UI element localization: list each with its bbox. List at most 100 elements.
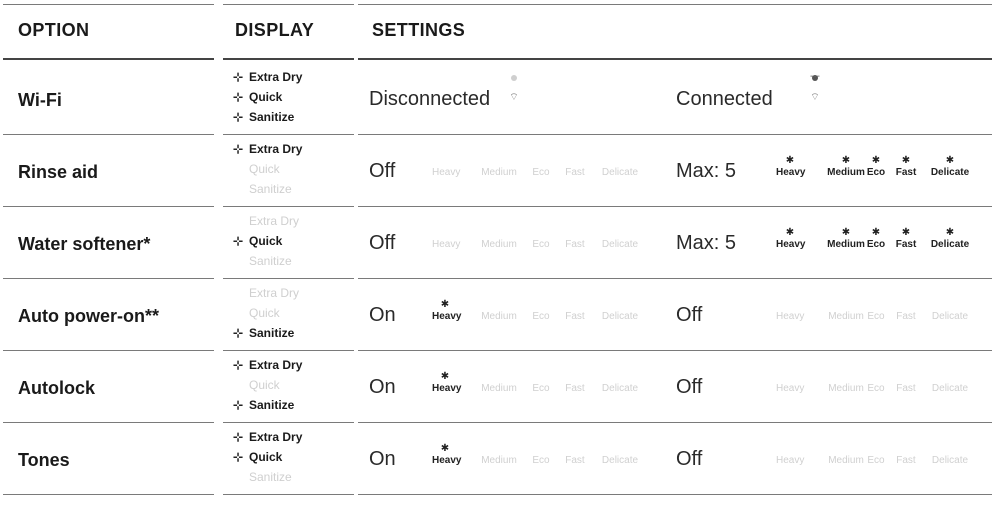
mode-label: Eco xyxy=(866,239,886,250)
mode-light-icon: ✱ xyxy=(440,371,450,382)
mode-delicate: Delicate xyxy=(598,455,642,466)
mode-label: Heavy xyxy=(776,167,806,178)
mode-delicate: ✱ Delicate xyxy=(925,227,975,250)
top-rule-settings xyxy=(358,4,992,5)
display-item-label: Sanitize xyxy=(249,110,295,124)
top-rule-display xyxy=(223,4,354,5)
mode-label: Fast xyxy=(565,455,585,466)
cycle-light-icon: ⊹ xyxy=(233,430,244,444)
setting-right-value: Off xyxy=(676,304,703,326)
mode-delicate: Delicate xyxy=(598,239,642,250)
status-dot xyxy=(511,75,517,81)
settings-table: OPTION DISPLAY SETTINGS Wi-Fi ⊹ Extra Dry ⊹… xyxy=(0,0,992,507)
glow-icon: -·- xyxy=(810,71,820,82)
setting-left-value: Off xyxy=(369,232,396,254)
display-item-label: Quick xyxy=(249,162,280,176)
option-label: Autolock xyxy=(18,378,96,398)
display-item: ⊹ Quick xyxy=(233,87,353,107)
cycle-light-icon: ⊹ xyxy=(233,234,244,248)
mode-light-icon: ✱ xyxy=(440,299,450,310)
mode-delicate: Delicate xyxy=(598,311,642,322)
display-item: Extra Dry xyxy=(233,211,353,231)
mode-label: Fast xyxy=(896,455,916,466)
display-item-label: Quick xyxy=(249,306,280,320)
display-item: ⊹ Quick xyxy=(233,447,353,467)
mode-delicate: Delicate xyxy=(925,383,975,394)
display-item: Sanitize xyxy=(233,251,353,271)
mode-fast: Fast xyxy=(564,311,586,322)
mode-delicate: Delicate xyxy=(598,383,642,394)
mode-delicate: Delicate xyxy=(925,311,975,322)
header-display: DISPLAY xyxy=(235,20,315,40)
mode-label: Eco xyxy=(867,311,885,322)
mode-label: Delicate xyxy=(601,311,639,322)
top-rule-option xyxy=(3,4,214,5)
table-row: Wi-Fi ⊹ Extra Dry ⊹ Quick ⊹ Sanitize Disconnect… xyxy=(0,63,992,135)
mode-heavy: Heavy xyxy=(776,455,804,466)
table-row: Tones ⊹ Extra Dry ⊹ Quick Sanitize On Off ✱ Heavy… xyxy=(0,423,992,495)
mode-label: Medium xyxy=(828,383,864,394)
mode-light-icon: ✱ xyxy=(871,155,881,166)
mode-medium: Medium xyxy=(824,311,868,322)
display-item-label: Sanitize xyxy=(249,254,292,268)
display-item-label: Quick xyxy=(249,378,280,392)
mode-fast: ✱ Fast xyxy=(895,155,917,178)
mode-medium: ✱ Medium xyxy=(824,155,868,178)
row-rule xyxy=(3,494,214,495)
mode-eco: Eco xyxy=(531,311,551,322)
mode-label: Medium xyxy=(827,167,865,178)
display-cycle-list: Extra Dry ⊹ Quick Sanitize xyxy=(233,211,353,271)
display-item: ⊹ Extra Dry xyxy=(233,427,353,447)
header-option: OPTION xyxy=(18,20,90,40)
display-item: ⊹ Sanitize xyxy=(233,107,353,127)
mode-eco: ✱ Eco xyxy=(866,227,886,250)
row-rule xyxy=(358,494,662,495)
row-rule xyxy=(662,494,992,495)
mode-heavy: Heavy xyxy=(776,383,804,394)
display-item-label: Extra Dry xyxy=(249,70,303,84)
mode-light-icon: ✱ xyxy=(901,155,911,166)
mode-label: Fast xyxy=(565,239,585,250)
mode-light-icon: ✱ xyxy=(945,227,955,238)
display-item: ⊹ Sanitize xyxy=(233,323,353,343)
mode-medium: ✱ Medium xyxy=(824,227,868,250)
display-cycle-list: ⊹ Extra Dry ⊹ Quick ⊹ Sanitize xyxy=(233,67,353,127)
mode-label: Delicate xyxy=(931,455,969,466)
mode-label: Medium xyxy=(481,383,517,394)
mode-light-icon: ✱ xyxy=(785,227,795,238)
mode-label: Delicate xyxy=(931,311,969,322)
display-item-label: Quick xyxy=(249,234,283,248)
display-item-label: Extra Dry xyxy=(249,214,300,228)
mode-eco: Eco xyxy=(531,239,551,250)
mode-label: Medium xyxy=(481,455,517,466)
header-rule-display xyxy=(223,58,354,60)
mode-eco: Eco xyxy=(866,455,886,466)
cycle-light-icon: ⊹ xyxy=(233,326,244,340)
option-label: Auto power-on** xyxy=(18,306,159,326)
mode-fast: ✱ Fast xyxy=(895,227,917,250)
header-rule-option xyxy=(3,58,214,60)
display-item: ⊹ Extra Dry xyxy=(233,355,353,375)
setting-left-value: Off xyxy=(369,160,396,182)
mode-label: Eco xyxy=(532,311,550,322)
mode-heavy: Heavy xyxy=(432,239,460,250)
display-item-label: Extra Dry xyxy=(249,358,303,372)
display-cycle-list: ⊹ Extra Dry Quick ⊹ Sanitize xyxy=(233,355,353,415)
mode-label: Fast xyxy=(895,167,917,178)
mode-label: Eco xyxy=(532,455,550,466)
mode-label: Medium xyxy=(481,167,517,178)
mode-eco: Eco xyxy=(531,383,551,394)
mode-heavy: Heavy xyxy=(432,167,460,178)
display-item-label: Sanitize xyxy=(249,182,292,196)
display-item: Quick xyxy=(233,303,353,323)
mode-heavy: ✱ Heavy xyxy=(432,443,461,466)
display-item-label: Quick xyxy=(249,450,283,464)
row-rule xyxy=(223,494,354,495)
cycle-light-icon: ⊹ xyxy=(233,450,244,464)
mode-medium: Medium xyxy=(824,383,868,394)
mode-label: Fast xyxy=(565,311,585,322)
cycle-light-icon: ⊹ xyxy=(233,110,244,124)
mode-heavy: Heavy xyxy=(776,311,804,322)
wifi-signal-icon: ⌔ xyxy=(810,92,820,103)
mode-heavy: ✱ Heavy xyxy=(776,227,805,250)
